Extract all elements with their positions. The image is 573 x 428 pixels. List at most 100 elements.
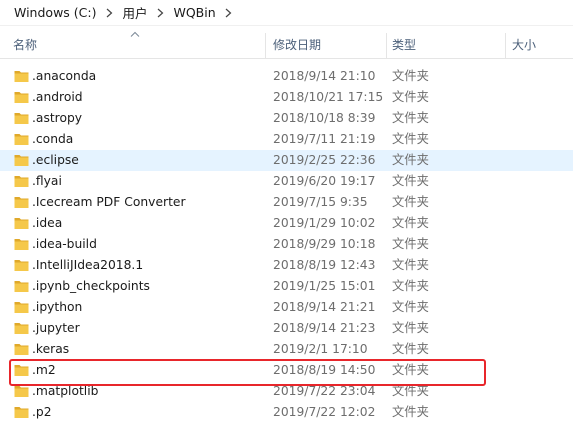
file-date: 2018/8/19 14:50 — [273, 363, 376, 377]
folder-icon — [14, 155, 29, 166]
file-type: 文件夹 — [392, 90, 429, 104]
column-divider[interactable] — [265, 33, 266, 58]
folder-icon — [14, 302, 29, 313]
folder-icon — [14, 365, 29, 376]
file-date: 2018/9/14 21:10 — [273, 69, 376, 83]
file-type: 文件夹 — [392, 132, 429, 146]
file-row[interactable]: .Icecream PDF Converter 2019/7/15 9:35 文件夹 — [0, 192, 573, 213]
file-type: 文件夹 — [392, 237, 429, 251]
folder-icon — [14, 71, 29, 82]
file-type: 文件夹 — [392, 363, 429, 377]
breadcrumb-item-drive[interactable]: Windows (C:) — [0, 5, 100, 20]
file-date: 2019/7/15 9:35 — [273, 195, 368, 209]
file-row[interactable]: .android 2018/10/21 17:15 文件夹 — [0, 87, 573, 108]
file-date: 2019/1/25 15:01 — [273, 279, 376, 293]
file-explorer-window: Windows (C:) 用户 WQBin 名称 修改日期 类型 大小 .ana… — [0, 0, 573, 428]
chevron-right-icon[interactable] — [220, 0, 238, 26]
file-name: .idea — [32, 216, 63, 230]
column-header-row: 名称 修改日期 类型 大小 — [0, 31, 573, 59]
file-row[interactable]: .flyai 2019/6/20 19:17 文件夹 — [0, 171, 573, 192]
column-header-size[interactable]: 大小 — [512, 33, 572, 58]
file-row[interactable]: .matplotlib 2019/7/22 23:04 文件夹 — [0, 381, 573, 402]
file-type: 文件夹 — [392, 111, 429, 125]
file-date: 2019/7/22 12:02 — [273, 405, 376, 419]
file-row[interactable]: .ipython 2018/9/14 21:21 文件夹 — [0, 297, 573, 318]
file-row[interactable]: .astropy 2018/10/18 8:39 文件夹 — [0, 108, 573, 129]
file-name: .anaconda — [32, 69, 97, 83]
folder-icon — [14, 323, 29, 334]
chevron-right-icon[interactable] — [100, 0, 118, 26]
folder-icon — [14, 197, 29, 208]
file-name: .ipython — [32, 300, 83, 314]
folder-icon — [14, 134, 29, 145]
file-row[interactable]: .keras 2019/2/1 17:10 文件夹 — [0, 339, 573, 360]
column-header-name[interactable]: 名称 — [13, 33, 264, 58]
file-date: 2019/7/22 23:04 — [273, 384, 376, 398]
file-name: .matplotlib — [32, 384, 99, 398]
file-name: .keras — [32, 342, 70, 356]
folder-icon — [14, 386, 29, 397]
file-row[interactable]: .IntelliJIdea2018.1 2018/8/19 12:43 文件夹 — [0, 255, 573, 276]
file-name: .eclipse — [32, 153, 79, 167]
file-name: .Icecream PDF Converter — [32, 195, 186, 209]
file-type: 文件夹 — [392, 279, 429, 293]
file-type: 文件夹 — [392, 69, 429, 83]
file-list: .anaconda 2018/9/14 21:10 文件夹 .android 2018/… — [0, 66, 573, 423]
file-type: 文件夹 — [392, 195, 429, 209]
folder-icon — [14, 281, 29, 292]
breadcrumb: Windows (C:) 用户 WQBin — [0, 0, 573, 26]
file-date: 2018/10/18 8:39 — [273, 111, 376, 125]
file-row[interactable]: .idea 2019/1/29 10:02 文件夹 — [0, 213, 573, 234]
file-type: 文件夹 — [392, 342, 429, 356]
file-date: 2018/9/14 21:21 — [273, 300, 376, 314]
file-name: .conda — [32, 132, 74, 146]
file-name: .IntelliJIdea2018.1 — [32, 258, 144, 272]
breadcrumb-item-users[interactable]: 用户 — [118, 3, 151, 22]
chevron-right-icon[interactable] — [151, 0, 169, 26]
file-name: .p2 — [32, 405, 52, 419]
file-row[interactable]: .m2 2018/8/19 14:50 文件夹 — [0, 360, 573, 381]
folder-icon — [14, 218, 29, 229]
file-row[interactable]: .anaconda 2018/9/14 21:10 文件夹 — [0, 66, 573, 87]
file-type: 文件夹 — [392, 384, 429, 398]
file-name: .astropy — [32, 111, 83, 125]
file-date: 2019/7/11 21:19 — [273, 132, 376, 146]
file-row[interactable]: .eclipse 2019/2/25 22:36 文件夹 — [0, 150, 573, 171]
column-divider[interactable] — [505, 33, 506, 58]
file-row[interactable]: .jupyter 2018/9/14 21:23 文件夹 — [0, 318, 573, 339]
file-type: 文件夹 — [392, 405, 429, 419]
file-name: .flyai — [32, 174, 62, 188]
file-type: 文件夹 — [392, 174, 429, 188]
file-type: 文件夹 — [392, 321, 429, 335]
column-header-date[interactable]: 修改日期 — [273, 33, 383, 58]
file-date: 2019/2/25 22:36 — [273, 153, 376, 167]
file-row[interactable]: .conda 2019/7/11 21:19 文件夹 — [0, 129, 573, 150]
file-name: .android — [32, 90, 83, 104]
file-type: 文件夹 — [392, 300, 429, 314]
file-type: 文件夹 — [392, 153, 429, 167]
file-row[interactable]: .ipynb_checkpoints 2019/1/25 15:01 文件夹 — [0, 276, 573, 297]
folder-icon — [14, 176, 29, 187]
file-name: .m2 — [32, 363, 56, 377]
folder-icon — [14, 239, 29, 250]
column-header-type[interactable]: 类型 — [392, 33, 502, 58]
file-name: .ipynb_checkpoints — [32, 279, 150, 293]
file-date: 2019/6/20 19:17 — [273, 174, 376, 188]
folder-icon — [14, 113, 29, 124]
file-row[interactable]: .idea-build 2018/9/29 10:18 文件夹 — [0, 234, 573, 255]
file-date: 2019/2/1 17:10 — [273, 342, 368, 356]
column-divider[interactable] — [386, 33, 387, 58]
file-row[interactable]: .p2 2019/7/22 12:02 文件夹 — [0, 402, 573, 423]
breadcrumb-item-wqbin[interactable]: WQBin — [169, 5, 219, 20]
file-date: 2018/8/19 12:43 — [273, 258, 376, 272]
file-date: 2019/1/29 10:02 — [273, 216, 376, 230]
file-date: 2018/9/29 10:18 — [273, 237, 376, 251]
folder-icon — [14, 344, 29, 355]
file-date: 2018/10/21 17:15 — [273, 90, 384, 104]
file-date: 2018/9/14 21:23 — [273, 321, 376, 335]
folder-icon — [14, 407, 29, 418]
file-type: 文件夹 — [392, 258, 429, 272]
file-name: .idea-build — [32, 237, 97, 251]
folder-icon — [14, 260, 29, 271]
file-name: .jupyter — [32, 321, 80, 335]
